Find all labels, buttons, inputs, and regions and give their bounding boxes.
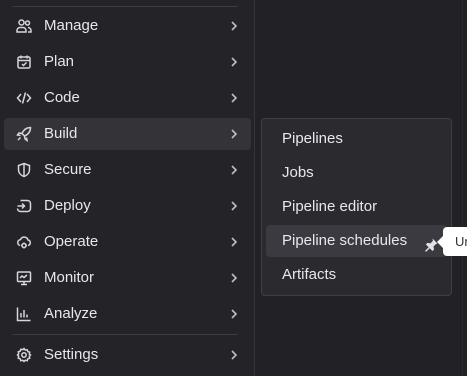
- flyout-item-pipeline-editor[interactable]: Pipeline editor: [266, 191, 447, 223]
- chart-icon: [16, 306, 32, 322]
- content-divider: [462, 0, 463, 376]
- sidebar-item-plan[interactable]: Plan: [4, 46, 251, 78]
- sidebar: Manage Plan Code Build Secure Deploy Ope…: [0, 0, 255, 376]
- sidebar-item-settings[interactable]: Settings: [4, 339, 251, 371]
- sidebar-item-analyze[interactable]: Analyze: [4, 298, 251, 330]
- flyout-item-jobs[interactable]: Jobs: [266, 157, 447, 189]
- users-icon: [16, 18, 32, 34]
- sidebar-item-label: Plan: [44, 53, 75, 70]
- sidebar-top-divider: [12, 6, 238, 7]
- unpin-tooltip: Unpin item: [443, 227, 467, 256]
- sidebar-item-label: Manage: [44, 17, 99, 34]
- sidebar-item-label: Monitor: [44, 269, 95, 286]
- chevron-right-icon: [227, 271, 241, 285]
- chevron-right-icon: [227, 91, 241, 105]
- chevron-right-icon: [227, 19, 241, 33]
- flyout-item-label: Jobs: [282, 164, 314, 181]
- sidebar-item-code[interactable]: Code: [4, 82, 251, 114]
- cloud-gear-icon: [16, 234, 32, 250]
- flyout-item-pipeline-schedules[interactable]: Pipeline schedules: [266, 225, 447, 257]
- rocket-icon: [16, 126, 32, 142]
- sidebar-item-manage[interactable]: Manage: [4, 10, 251, 42]
- sidebar-item-label: Operate: [44, 233, 99, 250]
- flyout-item-label: Pipeline editor: [282, 198, 378, 215]
- sidebar-item-monitor[interactable]: Monitor: [4, 262, 251, 294]
- sidebar-item-label: Deploy: [44, 197, 91, 214]
- sidebar-item-label: Settings: [44, 346, 99, 363]
- chevron-right-icon: [227, 348, 241, 362]
- sidebar-item-deploy[interactable]: Deploy: [4, 190, 251, 222]
- gear-icon: [16, 347, 32, 363]
- build-flyout-menu: Pipelines Jobs Pipeline editor Pipeline …: [261, 118, 452, 296]
- chevron-right-icon: [227, 163, 241, 177]
- flyout-item-artifacts[interactable]: Artifacts: [266, 259, 447, 291]
- sidebar-item-label: Code: [44, 89, 80, 106]
- sidebar-divider: [12, 334, 238, 335]
- chevron-right-icon: [227, 55, 241, 69]
- calendar-icon: [16, 54, 32, 70]
- sidebar-item-label: Secure: [44, 161, 92, 178]
- sidebar-item-operate[interactable]: Operate: [4, 226, 251, 258]
- flyout-item-label: Pipeline schedules: [282, 232, 408, 249]
- chevron-right-icon: [227, 127, 241, 141]
- code-icon: [16, 90, 32, 106]
- shield-icon: [16, 162, 32, 178]
- sidebar-item-label: Build: [44, 125, 78, 142]
- flyout-item-label: Artifacts: [282, 266, 337, 283]
- flyout-item-label: Pipelines: [282, 130, 343, 147]
- sidebar-item-secure[interactable]: Secure: [4, 154, 251, 186]
- sidebar-item-build[interactable]: Build: [4, 118, 251, 150]
- chevron-right-icon: [227, 307, 241, 321]
- tooltip-text: Unpin item: [455, 234, 467, 249]
- chevron-right-icon: [227, 235, 241, 249]
- sidebar-item-label: Analyze: [44, 305, 98, 322]
- flyout-item-pipelines[interactable]: Pipelines: [266, 123, 447, 155]
- chevron-right-icon: [227, 199, 241, 213]
- monitor-icon: [16, 270, 32, 286]
- deploy-icon: [16, 198, 32, 214]
